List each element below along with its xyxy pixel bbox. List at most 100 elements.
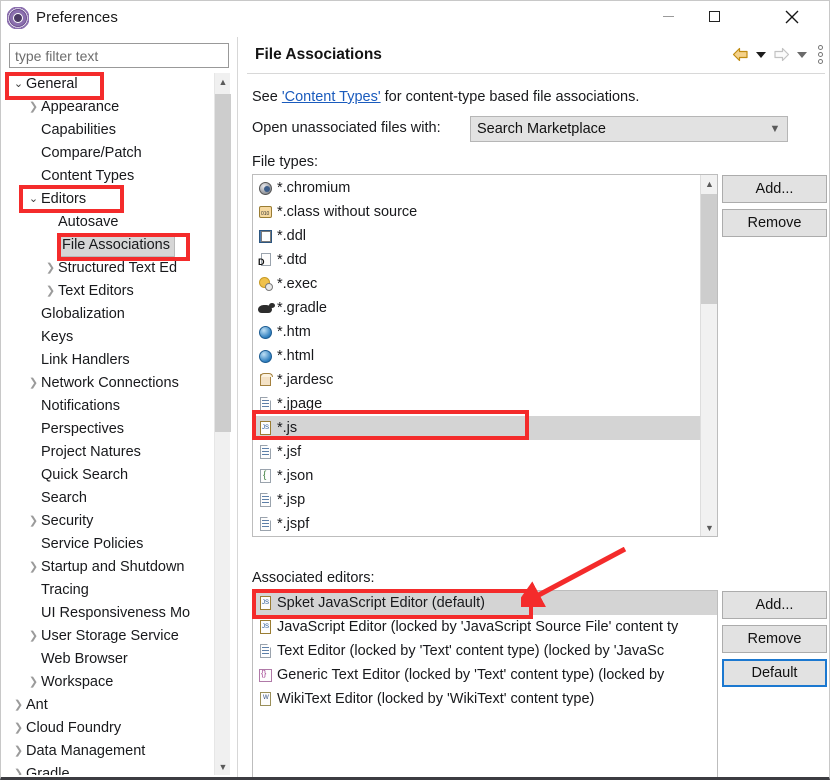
remove-file-type-button[interactable]: Remove — [722, 209, 827, 237]
window-title: Preferences — [36, 9, 118, 26]
vertical-dots-icon[interactable] — [818, 45, 823, 64]
sidebar-item-web-browser[interactable]: Web Browser — [9, 648, 216, 671]
chevron-right-icon[interactable]: ❯ — [11, 717, 26, 740]
file-type-row[interactable]: *.json — [253, 464, 717, 488]
back-arrow-icon[interactable] — [732, 47, 749, 62]
chevron-right-icon[interactable]: ❯ — [11, 763, 26, 775]
sidebar-item-capabilities[interactable]: Capabilities — [9, 119, 216, 142]
sidebar-item-file-associations[interactable]: File Associations — [9, 234, 216, 257]
file-types-scrollbar[interactable]: ▲ ▼ — [700, 175, 717, 536]
sidebar-item-quick-search[interactable]: Quick Search — [9, 464, 216, 487]
sidebar-item-cloud-foundry[interactable]: ❯ Cloud Foundry — [9, 717, 216, 740]
sidebar-item-project-natures[interactable]: Project Natures — [9, 441, 216, 464]
file-type-row-label: *.js — [277, 420, 298, 436]
sidebar-item-compare-patch[interactable]: Compare/Patch — [9, 142, 216, 165]
associated-editor-row[interactable]: WikiText Editor (locked by 'WikiText' co… — [253, 687, 717, 711]
file-types-scroll-down-icon[interactable]: ▼ — [701, 519, 717, 536]
preferences-tree[interactable]: ⌄ General ❯ Appearance Capabilities Compare… — [9, 73, 216, 775]
associated-editor-row[interactable]: Generic Text Editor (locked by 'Text' co… — [253, 663, 717, 687]
sidebar-item-search[interactable]: Search — [9, 487, 216, 510]
dtd-icon — [257, 252, 274, 269]
close-button[interactable] — [769, 1, 815, 32]
chevron-right-icon[interactable]: ❯ — [43, 280, 58, 303]
back-history-chevron-down-icon[interactable] — [756, 51, 766, 58]
file-type-row[interactable]: *.dtd — [253, 248, 717, 272]
add-file-type-button[interactable]: Add... — [722, 175, 827, 203]
chevron-right-icon[interactable]: ❯ — [43, 257, 58, 280]
tree-scrollbar-thumb[interactable] — [215, 94, 231, 432]
add-editor-button[interactable]: Add... — [722, 591, 827, 619]
chevron-down-icon[interactable]: ▼ — [763, 123, 787, 135]
maximize-button[interactable] — [691, 1, 737, 32]
sidebar-item-structured-text-ed[interactable]: ❯ Structured Text Ed — [9, 257, 216, 280]
file-type-row[interactable]: *.ddl — [253, 224, 717, 248]
associated-editors-list[interactable]: Spket JavaScript Editor (default) JavaScr… — [252, 590, 718, 777]
open-unassociated-select[interactable]: Search Marketplace ▼ — [470, 116, 788, 142]
file-type-row[interactable]: *.jspf — [253, 512, 717, 536]
file-types-list[interactable]: *.chromium *.class without source *.ddl *.d… — [252, 174, 718, 537]
associated-editor-row[interactable]: Text Editor (locked by 'Text' content ty… — [253, 639, 717, 663]
sidebar-item-label: Service Policies — [41, 536, 144, 552]
pane-divider — [237, 37, 238, 777]
sidebar-item-workspace[interactable]: ❯ Workspace — [9, 671, 216, 694]
chevron-right-icon[interactable]: ❯ — [26, 96, 41, 119]
sidebar-item-service-policies[interactable]: Service Policies — [9, 533, 216, 556]
sidebar-item-ant[interactable]: ❯ Ant — [9, 694, 216, 717]
sidebar-item-globalization[interactable]: Globalization — [9, 303, 216, 326]
chevron-right-icon[interactable]: ❯ — [11, 740, 26, 763]
sidebar-item-ui-responsiveness-mo[interactable]: UI Responsiveness Mo — [9, 602, 216, 625]
file-type-row[interactable]: *.jpage — [253, 392, 717, 416]
tree-scroll-down-icon[interactable]: ▼ — [215, 758, 231, 775]
sidebar-item-startup-and-shutdown[interactable]: ❯ Startup and Shutdown — [9, 556, 216, 579]
chevron-right-icon[interactable]: ❯ — [26, 372, 41, 395]
file-type-row[interactable]: *.js — [253, 416, 717, 440]
file-types-scrollbar-thumb[interactable] — [701, 194, 717, 304]
file-type-row[interactable]: *.html — [253, 344, 717, 368]
file-type-row[interactable]: *.jsp — [253, 488, 717, 512]
sidebar-item-security[interactable]: ❯ Security — [9, 510, 216, 533]
doc-icon — [257, 444, 274, 461]
sidebar-item-network-connections[interactable]: ❯ Network Connections — [9, 372, 216, 395]
sidebar-item-appearance[interactable]: ❯ Appearance — [9, 96, 216, 119]
tree-scrollbar[interactable]: ▲ ▼ — [214, 73, 231, 775]
chevron-right-icon[interactable]: ❯ — [26, 625, 41, 648]
chevron-right-icon[interactable]: ❯ — [26, 671, 41, 694]
associated-editor-row[interactable]: JavaScript Editor (locked by 'JavaScript… — [253, 615, 717, 639]
file-type-row[interactable]: *.chromium — [253, 176, 717, 200]
chevron-down-icon[interactable]: ⌄ — [11, 73, 26, 96]
remove-editor-button[interactable]: Remove — [722, 625, 827, 653]
sidebar-item-notifications[interactable]: Notifications — [9, 395, 216, 418]
file-type-row[interactable]: *.jardesc — [253, 368, 717, 392]
sidebar-item-text-editors[interactable]: ❯ Text Editors — [9, 280, 216, 303]
file-type-row[interactable]: *.jsf — [253, 440, 717, 464]
sidebar-item-tracing[interactable]: Tracing — [9, 579, 216, 602]
associated-editor-row[interactable]: Spket JavaScript Editor (default) — [253, 591, 717, 615]
tree-scroll-up-icon[interactable]: ▲ — [215, 73, 231, 90]
sidebar-item-content-types[interactable]: Content Types — [9, 165, 216, 188]
chevron-right-icon[interactable]: ❯ — [11, 694, 26, 717]
text-editor-icon — [257, 643, 274, 660]
default-editor-button[interactable]: Default — [722, 659, 827, 687]
minimize-button[interactable] — [645, 1, 691, 32]
forward-history-chevron-down-icon[interactable] — [797, 51, 807, 58]
file-types-scroll-up-icon[interactable]: ▲ — [701, 175, 717, 192]
sidebar-item-perspectives[interactable]: Perspectives — [9, 418, 216, 441]
file-type-row[interactable]: *.htm — [253, 320, 717, 344]
file-type-row[interactable]: *.class without source — [253, 200, 717, 224]
content-types-link[interactable]: 'Content Types' — [282, 89, 381, 105]
filter-input[interactable] — [9, 43, 229, 68]
sidebar-item-user-storage-service[interactable]: ❯ User Storage Service — [9, 625, 216, 648]
chevron-right-icon[interactable]: ❯ — [26, 556, 41, 579]
file-type-row[interactable]: *.exec — [253, 272, 717, 296]
sidebar-item-keys[interactable]: Keys — [9, 326, 216, 349]
sidebar-item-editors[interactable]: ⌄ Editors — [9, 188, 216, 211]
chevron-right-icon[interactable]: ❯ — [26, 510, 41, 533]
chevron-down-icon[interactable]: ⌄ — [26, 188, 41, 211]
sidebar-item-general[interactable]: ⌄ General — [9, 73, 216, 96]
sidebar-item-gradle[interactable]: ❯ Gradle — [9, 763, 216, 775]
sidebar-item-data-management[interactable]: ❯ Data Management — [9, 740, 216, 763]
sidebar-item-autosave[interactable]: Autosave — [9, 211, 216, 234]
sidebar-item-link-handlers[interactable]: Link Handlers — [9, 349, 216, 372]
file-type-row[interactable]: *.gradle — [253, 296, 717, 320]
